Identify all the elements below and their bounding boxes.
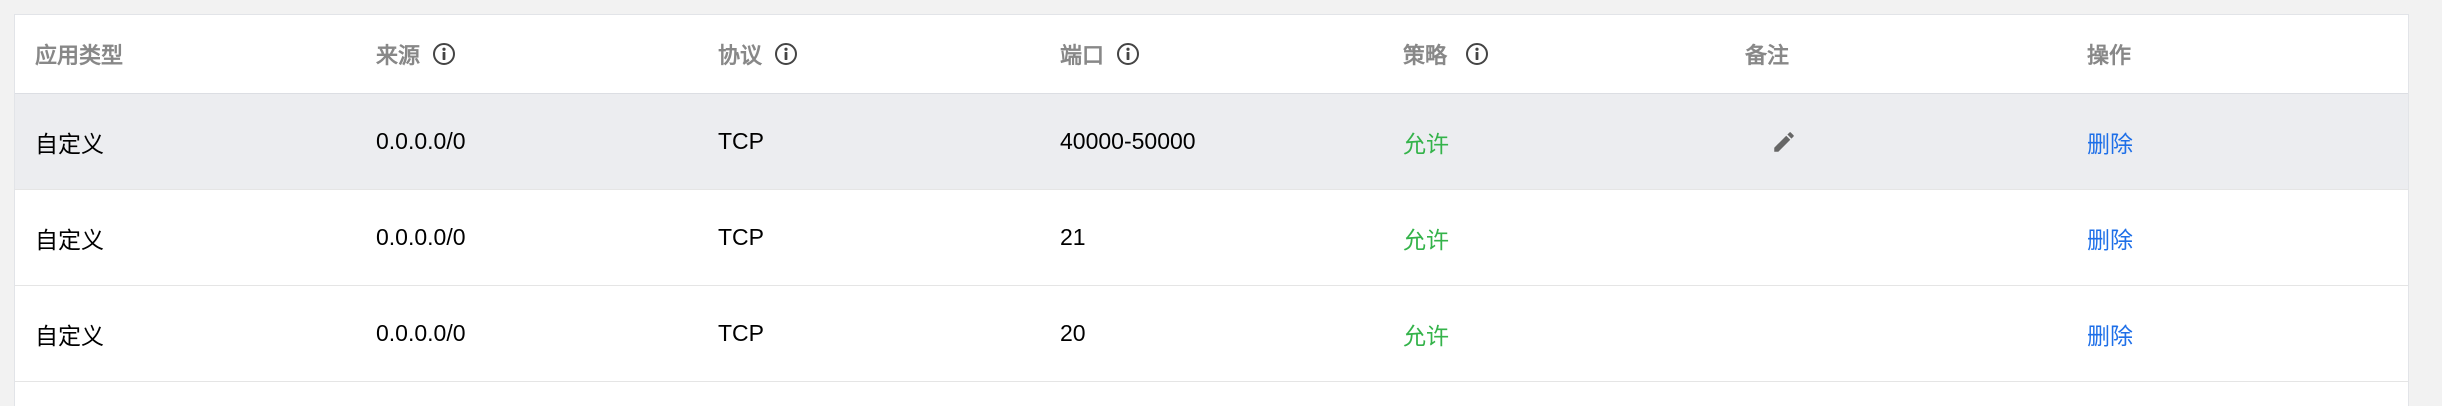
column-header-label: 策略 xyxy=(1403,43,1448,68)
cell-port: 21 xyxy=(1060,224,1086,250)
column-header-label: 端口 xyxy=(1060,43,1105,68)
cell-app-type: 自定义 xyxy=(35,322,104,349)
column-header-protocol: 协议 xyxy=(718,15,798,93)
table-header: 应用类型 来源 协议 端口 策略 备注 操作 xyxy=(15,15,2408,94)
firewall-rules-table: 应用类型 来源 协议 端口 策略 备注 操作 自定义 0.0.0.0/0 TCP… xyxy=(14,14,2409,406)
cell-source: 0.0.0.0/0 xyxy=(376,128,466,154)
cell-port: 40000-50000 xyxy=(1060,128,1196,154)
delete-link[interactable]: 删除 xyxy=(2087,286,2133,381)
column-header-source: 来源 xyxy=(376,15,456,93)
column-header-label: 应用类型 xyxy=(35,43,124,68)
cell-protocol: TCP xyxy=(718,320,764,346)
column-header-policy: 策略 xyxy=(1403,15,1489,93)
info-icon[interactable] xyxy=(1465,42,1489,66)
column-header-label: 协议 xyxy=(718,43,763,68)
cell-protocol: TCP xyxy=(718,224,764,250)
info-icon[interactable] xyxy=(774,42,798,66)
cell-app-type: 自定义 xyxy=(35,130,104,157)
cell-app-type: 自定义 xyxy=(35,226,104,253)
info-icon[interactable] xyxy=(1116,42,1140,66)
delete-link[interactable]: 删除 xyxy=(2087,94,2133,189)
info-icon[interactable] xyxy=(432,42,456,66)
pencil-icon[interactable] xyxy=(1771,129,1797,155)
table-row: 自定义 0.0.0.0/0 TCP 40000-50000 允许 删除 xyxy=(15,94,2408,190)
column-header-port: 端口 xyxy=(1060,15,1140,93)
column-header-app-type: 应用类型 xyxy=(35,15,123,93)
column-header-label: 操作 xyxy=(2087,43,2132,68)
cell-policy: 允许 xyxy=(1403,322,1449,349)
cell-policy: 允许 xyxy=(1403,226,1449,253)
table-row: 自定义 0.0.0.0/0 TCP 21 允许 删除 xyxy=(15,190,2408,286)
cell-protocol: TCP xyxy=(718,128,764,154)
cell-source: 0.0.0.0/0 xyxy=(376,320,466,346)
delete-link[interactable]: 删除 xyxy=(2087,190,2133,285)
cell-source: 0.0.0.0/0 xyxy=(376,224,466,250)
column-header-note: 备注 xyxy=(1745,15,1789,93)
table-row: 自定义 0.0.0.0/0 TCP 20 允许 删除 xyxy=(15,286,2408,382)
cell-policy: 允许 xyxy=(1403,130,1449,157)
column-header-action: 操作 xyxy=(2087,15,2131,93)
cell-note xyxy=(1745,94,1797,189)
cell-port: 20 xyxy=(1060,320,1086,346)
column-header-label: 来源 xyxy=(376,43,421,68)
column-header-label: 备注 xyxy=(1745,43,1790,68)
